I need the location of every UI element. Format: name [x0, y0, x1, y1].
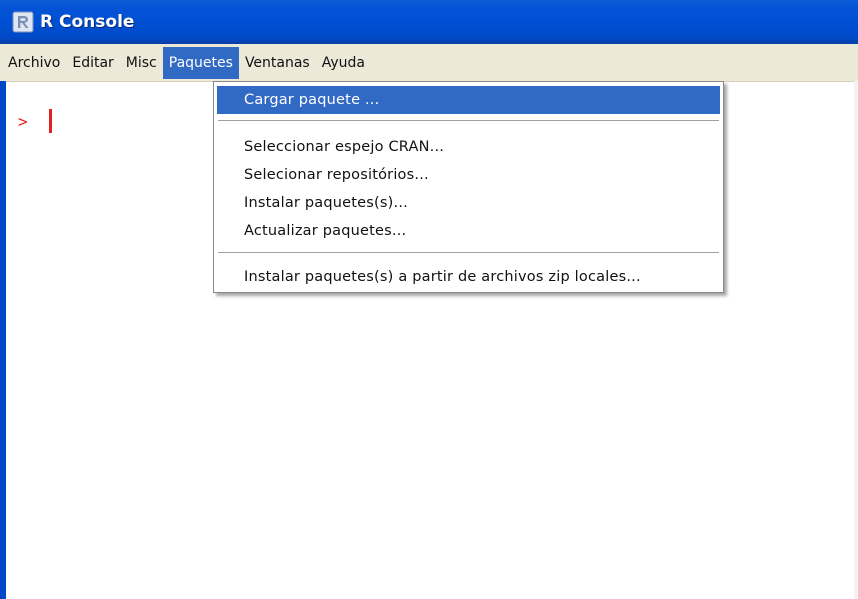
r-console-window: R Console Archivo Editar Misc Paquetes V…: [0, 0, 858, 599]
window-title: R Console: [40, 12, 135, 32]
console-prompt: >: [18, 112, 28, 131]
menu-ayuda[interactable]: Ayuda: [316, 47, 371, 79]
menu-separator: [218, 120, 719, 122]
menu-item-cargar-paquete[interactable]: Cargar paquete ...: [217, 86, 720, 114]
text-cursor: [49, 109, 52, 133]
menu-editar[interactable]: Editar: [66, 47, 119, 79]
menu-item-actualizar-paquetes[interactable]: Actualizar paquetes...: [217, 217, 720, 245]
menu-misc[interactable]: Misc: [120, 47, 163, 79]
r-logo-icon: [12, 11, 34, 33]
menu-item-selecionar-repositorios[interactable]: Selecionar repositórios...: [217, 161, 720, 189]
menu-ventanas[interactable]: Ventanas: [239, 47, 316, 79]
menu-item-instalar-paquetes[interactable]: Instalar paquetes(s)...: [217, 189, 720, 217]
menu-separator: [218, 252, 719, 254]
menu-archivo[interactable]: Archivo: [2, 47, 66, 79]
paquetes-dropdown-menu: Cargar paquete ... Seleccionar espejo CR…: [213, 81, 724, 293]
menu-paquetes[interactable]: Paquetes: [162, 46, 239, 79]
title-bar[interactable]: R Console: [0, 0, 858, 44]
menu-item-instalar-desde-zip[interactable]: Instalar paquetes(s) a partir de archivo…: [217, 263, 720, 291]
menu-bar: Archivo Editar Misc Paquetes Ventanas Ay…: [0, 44, 858, 82]
menu-item-seleccionar-espejo-cran[interactable]: Seleccionar espejo CRAN...: [217, 133, 720, 161]
window-right-edge: [854, 81, 858, 599]
